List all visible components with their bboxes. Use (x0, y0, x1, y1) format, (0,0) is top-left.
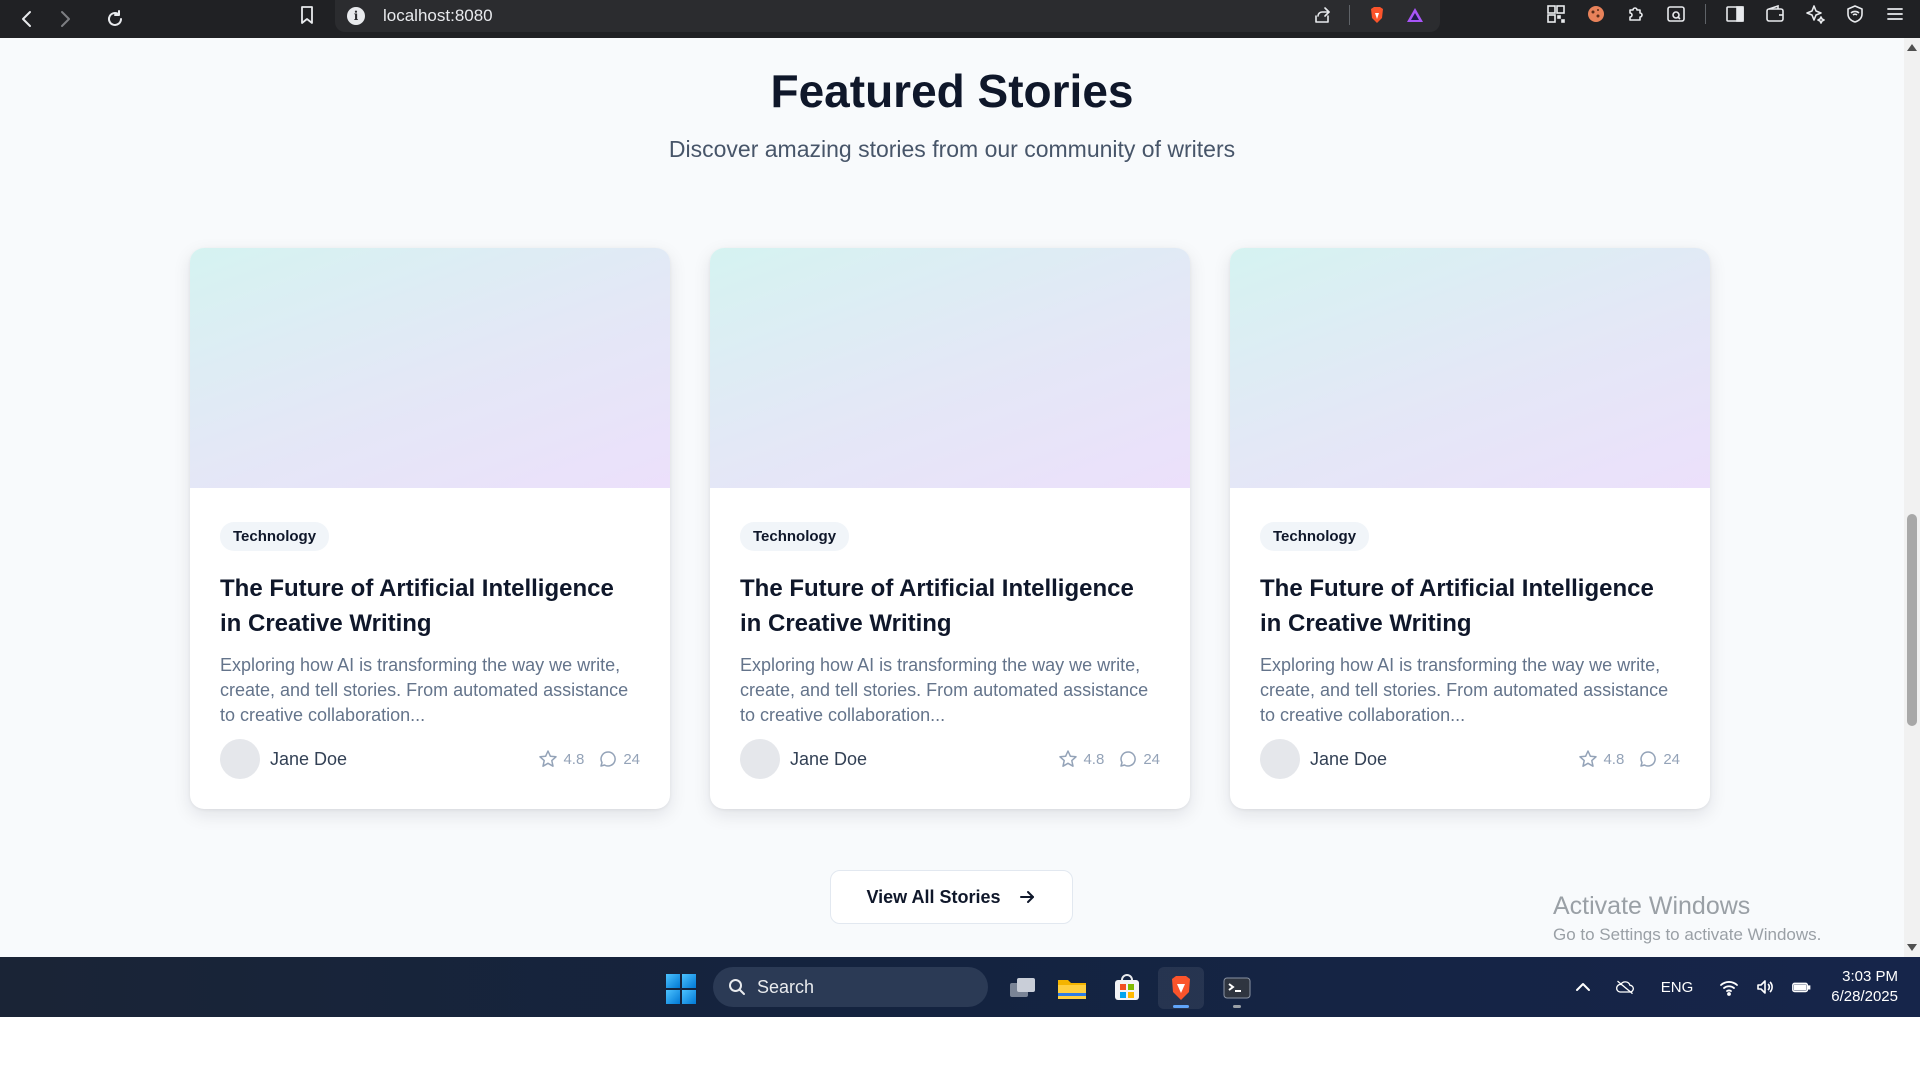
brave-shield-icon[interactable] (1366, 4, 1388, 26)
file-explorer-icon[interactable] (1049, 967, 1095, 1009)
clock-date: 6/28/2025 (1831, 988, 1898, 1005)
author-name[interactable]: Jane Doe (1310, 749, 1387, 770)
taskbar: Search ENG 3:03 PM 6/28/2025 (0, 957, 1920, 1017)
comments[interactable]: 24 (1118, 749, 1160, 769)
brave-browser-icon[interactable] (1158, 967, 1204, 1009)
volume-icon[interactable] (1755, 977, 1775, 997)
category-badge[interactable]: Technology (740, 522, 850, 551)
leo-ai-icon[interactable] (1804, 3, 1826, 25)
running-app-indicator (1233, 1005, 1241, 1008)
comments[interactable]: 24 (1638, 749, 1680, 769)
story-title[interactable]: The Future of Artificial Intelligence in… (1260, 571, 1680, 641)
star-icon (1059, 750, 1078, 767)
view-all-stories-button[interactable]: View All Stories (830, 870, 1073, 924)
author-name[interactable]: Jane Doe (790, 749, 867, 770)
author-name[interactable]: Jane Doe (270, 749, 347, 770)
wallet-icon[interactable] (1764, 3, 1786, 25)
active-app-indicator (1173, 1005, 1189, 1008)
rating: 4.8 (1058, 749, 1104, 769)
divider (1349, 5, 1350, 25)
activate-windows-watermark: Activate Windows Go to Settings to activ… (1553, 892, 1821, 945)
watermark-title: Activate Windows (1553, 892, 1751, 920)
browser-toolbar: i localhost:8080 (0, 0, 1920, 38)
rating-value: 4.8 (563, 750, 585, 768)
rating-value: 4.8 (1083, 750, 1105, 768)
avatar[interactable] (1260, 739, 1300, 779)
comment-count: 24 (623, 750, 640, 768)
arrow-right-icon (1019, 891, 1034, 903)
section-title: Featured Stories (770, 65, 1134, 117)
terminal-icon[interactable] (1214, 967, 1260, 1009)
bookmark-icon[interactable] (290, 0, 324, 30)
language-indicator[interactable]: ENG (1661, 979, 1694, 996)
info-icon[interactable]: i (347, 7, 365, 25)
system-tray: ENG 3:03 PM 6/28/2025 (1565, 957, 1920, 1017)
rating: 4.8 (538, 749, 584, 769)
wifi-icon[interactable] (1719, 977, 1739, 997)
share-icon[interactable] (1311, 4, 1333, 26)
forward-icon[interactable] (48, 4, 82, 34)
scroll-down-icon[interactable] (1907, 944, 1917, 951)
story-cover-image[interactable] (710, 248, 1190, 488)
cookie-icon[interactable] (1585, 3, 1607, 25)
avatar[interactable] (740, 739, 780, 779)
qr-icon[interactable] (1545, 3, 1567, 25)
brave-rewards-icon[interactable] (1404, 4, 1426, 26)
sidebar-icon[interactable] (1724, 3, 1746, 25)
reload-icon[interactable] (98, 4, 132, 34)
view-all-label: View All Stories (866, 886, 1001, 907)
comment-icon (1120, 751, 1137, 767)
scrollbar-thumb[interactable] (1907, 514, 1917, 726)
comment-count: 24 (1143, 750, 1160, 768)
story-title[interactable]: The Future of Artificial Intelligence in… (740, 571, 1160, 641)
category-badge[interactable]: Technology (220, 522, 330, 551)
microsoft-store-icon[interactable] (1104, 967, 1150, 1009)
avatar[interactable] (220, 739, 260, 779)
page-scrollbar[interactable] (1904, 38, 1920, 957)
task-view-icon[interactable] (1000, 967, 1046, 1009)
back-icon[interactable] (10, 4, 44, 34)
rating: 4.8 (1578, 749, 1624, 769)
search-icon (729, 979, 745, 995)
story-card[interactable]: Technology The Future of Artificial Inte… (190, 248, 670, 809)
story-cards: Technology The Future of Artificial Inte… (190, 248, 1710, 809)
rating-value: 4.8 (1603, 750, 1625, 768)
scroll-up-icon[interactable] (1907, 44, 1917, 51)
story-excerpt: Exploring how AI is transforming the way… (220, 655, 629, 725)
divider (1705, 4, 1706, 24)
story-card[interactable]: Technology The Future of Artificial Inte… (710, 248, 1190, 809)
comments[interactable]: 24 (598, 749, 640, 769)
comment-icon (600, 751, 617, 767)
extensions-icon[interactable] (1625, 3, 1647, 25)
tab-search-icon[interactable] (1665, 3, 1687, 25)
comment-count: 24 (1663, 750, 1680, 768)
story-card[interactable]: Technology The Future of Artificial Inte… (1230, 248, 1710, 809)
story-excerpt: Exploring how AI is transforming the way… (1260, 655, 1669, 725)
clock-time: 3:03 PM (1842, 968, 1898, 985)
story-cover-image[interactable] (190, 248, 670, 488)
search-placeholder: Search (757, 976, 815, 997)
story-title[interactable]: The Future of Artificial Intelligence in… (220, 571, 640, 641)
chevron-up-icon[interactable] (1573, 977, 1593, 997)
url-text: localhost:8080 (383, 6, 493, 25)
clock[interactable]: 3:03 PM 6/28/2025 (1831, 967, 1898, 1007)
menu-icon[interactable] (1884, 3, 1906, 25)
comment-icon (1640, 751, 1657, 767)
battery-icon[interactable] (1791, 977, 1811, 997)
onedrive-icon[interactable] (1615, 977, 1635, 997)
blank-area (0, 1017, 1920, 1080)
story-cover-image[interactable] (1230, 248, 1710, 488)
watermark-subtitle: Go to Settings to activate Windows. (1553, 925, 1822, 944)
story-excerpt: Exploring how AI is transforming the way… (740, 655, 1149, 725)
star-icon (1579, 750, 1598, 767)
windows-start-icon[interactable] (666, 974, 696, 1004)
address-bar[interactable]: i localhost:8080 (335, 0, 1440, 32)
section-subtitle: Discover amazing stories from our commun… (668, 136, 1236, 162)
taskbar-search[interactable]: Search (713, 967, 988, 1007)
category-badge[interactable]: Technology (1260, 522, 1370, 551)
vpn-icon[interactable] (1844, 3, 1866, 25)
star-icon (539, 750, 558, 767)
page-viewport: Featured Stories Discover amazing storie… (0, 38, 1904, 957)
